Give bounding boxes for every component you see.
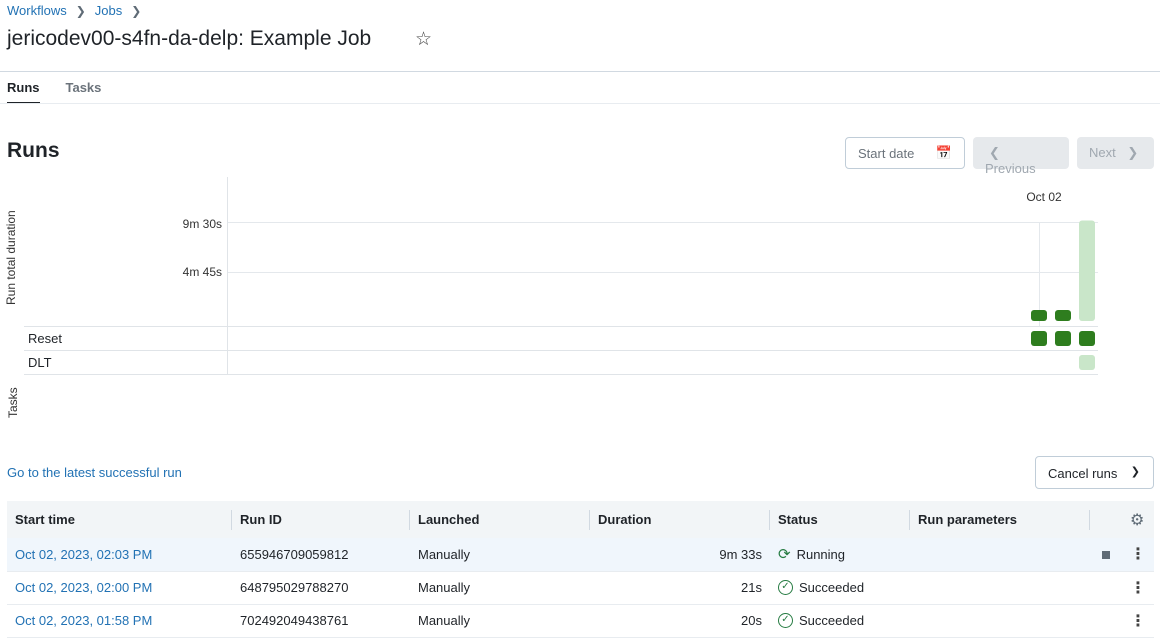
runs-table: Start time Run ID Launched Duration Stat…	[7, 501, 1154, 638]
check-circle-icon: ✓	[778, 580, 793, 595]
launched: Manually	[410, 571, 590, 605]
column-header[interactable]: Start time	[7, 501, 232, 538]
stop-icon[interactable]	[1102, 550, 1110, 559]
table-row[interactable]: Oct 02, 2023, 01:58 PM 702492049438761 M…	[7, 604, 1154, 638]
status-text: Succeeded	[799, 613, 865, 628]
chevron-left-icon: ❮	[989, 145, 1000, 160]
refresh-icon: ⟳	[778, 546, 791, 564]
run-duration-bar[interactable]	[1079, 220, 1095, 321]
go-latest-successful-run-link[interactable]: Go to the latest successful run	[7, 465, 182, 480]
next-button[interactable]: Next ❯	[1077, 137, 1154, 169]
chart-svg: Oct 02 9m 30s 4m 45s Reset DLT	[24, 177, 1098, 375]
chevron-right-icon: ❯	[1127, 145, 1139, 160]
duration: 20s	[590, 604, 770, 638]
chevron-down-icon: ❯	[1130, 466, 1140, 478]
gear-icon[interactable]: ⚙	[1122, 501, 1154, 538]
table-row[interactable]: Oct 02, 2023, 02:00 PM 648795029788270 M…	[7, 571, 1154, 605]
previous-button[interactable]: ❮ Previous	[973, 137, 1069, 176]
next-label: Next	[1089, 145, 1116, 160]
task-row-label: DLT	[28, 355, 52, 370]
task-status-cell[interactable]	[1079, 355, 1095, 370]
column-header[interactable]: Run ID	[232, 501, 410, 538]
runs-matrix-chart: Oct 02 9m 30s 4m 45s Reset DLT Run total…	[0, 177, 1160, 427]
cancel-runs-button[interactable]: Cancel runs ❯	[1035, 456, 1154, 489]
breadcrumb-workflows[interactable]: Workflows	[7, 3, 67, 18]
calendar-icon: 📅	[935, 145, 952, 160]
page-title: jericodev00-s4fn-da-delp: Example Job	[7, 27, 372, 50]
runs-heading: Runs	[7, 139, 60, 162]
more-options-icon[interactable]: ⋮	[1122, 604, 1154, 638]
breadcrumb: Workflows ❯ Jobs ❯	[7, 3, 150, 18]
run-id: 648795029788270	[232, 571, 410, 605]
run-id: 702492049438761	[232, 604, 410, 638]
status-text: Running	[796, 546, 846, 562]
cancel-runs-label: Cancel runs	[1048, 466, 1118, 481]
start-time-link[interactable]: Oct 02, 2023, 01:58 PM	[15, 613, 152, 628]
divider	[0, 103, 1160, 104]
y-axis-label: Run total duration	[4, 210, 18, 305]
y-tick-label: 9m 30s	[183, 217, 222, 231]
run-duration-bar[interactable]	[1055, 310, 1071, 321]
tab-tasks[interactable]: Tasks	[66, 80, 102, 104]
duration: 21s	[590, 571, 770, 605]
star-icon[interactable]: ☆	[415, 28, 432, 51]
start-time-link[interactable]: Oct 02, 2023, 02:03 PM	[15, 547, 152, 562]
tab-runs[interactable]: Runs	[7, 80, 40, 104]
task-row-label: Reset	[28, 331, 62, 346]
more-options-icon[interactable]: ⋮	[1122, 538, 1154, 572]
tab-bar: Runs Tasks	[7, 80, 127, 104]
run-id: 655946709059812	[232, 538, 410, 572]
y-tick-label: 4m 45s	[183, 265, 222, 279]
task-status-cell[interactable]	[1055, 331, 1071, 346]
column-header[interactable]: Launched	[410, 501, 590, 538]
tasks-axis-label: Tasks	[6, 387, 20, 418]
table-header-row: Start time Run ID Launched Duration Stat…	[7, 501, 1154, 538]
date-label: Oct 02	[1026, 190, 1062, 204]
launched: Manually	[410, 538, 590, 572]
divider	[0, 71, 1160, 72]
more-options-icon[interactable]: ⋮	[1122, 571, 1154, 605]
launched: Manually	[410, 604, 590, 638]
status-text: Succeeded	[799, 580, 865, 595]
start-date-input[interactable]: Start date 📅	[845, 137, 965, 169]
breadcrumb-jobs[interactable]: Jobs	[95, 3, 122, 18]
start-date-placeholder: Start date	[858, 146, 915, 161]
previous-label: Previous	[985, 161, 1036, 176]
run-duration-bar[interactable]	[1031, 310, 1047, 321]
duration: 9m 33s	[590, 538, 770, 572]
check-circle-icon: ✓	[778, 613, 793, 628]
column-header[interactable]: Status	[770, 501, 910, 538]
start-time-link[interactable]: Oct 02, 2023, 02:00 PM	[15, 580, 152, 595]
task-status-cell[interactable]	[1031, 331, 1047, 346]
column-header[interactable]: Duration	[590, 501, 770, 538]
chevron-right-icon: ❯	[131, 3, 142, 18]
column-header[interactable]: Run parameters	[910, 501, 1090, 538]
table-row[interactable]: Oct 02, 2023, 02:03 PM 655946709059812 M…	[7, 538, 1154, 572]
task-status-cell[interactable]	[1079, 331, 1095, 346]
chevron-right-icon: ❯	[75, 3, 86, 18]
